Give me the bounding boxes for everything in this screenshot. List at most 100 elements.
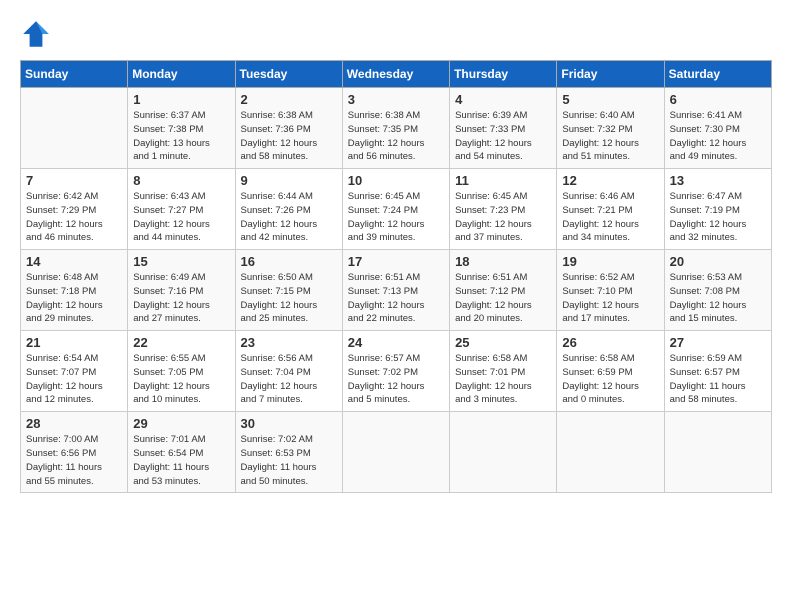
calendar-cell: 4Sunrise: 6:39 AM Sunset: 7:33 PM Daylig… — [450, 88, 557, 169]
day-info: Sunrise: 6:52 AM Sunset: 7:10 PM Dayligh… — [562, 271, 658, 326]
calendar-cell — [450, 412, 557, 493]
weekday-header: Tuesday — [235, 61, 342, 88]
calendar-week-row: 14 Sunrise: 6:48 AM Sunset: 7:18 PM Dayli… — [21, 250, 772, 331]
day-info: Sunrise: 6:53 AM Sunset: 7:08 PM Dayligh… — [670, 271, 766, 326]
day-number: 20 — [670, 254, 766, 269]
day-number: 8 — [133, 173, 229, 188]
day-info: Sunrise: 6:40 AM Sunset: 7:32 PM Dayligh… — [562, 109, 658, 164]
calendar-week-row: 28 Sunrise: 7:00 AM Sunset: 6:56 PM Dayli… — [21, 412, 772, 493]
calendar-cell — [21, 88, 128, 169]
day-number: 2 — [241, 92, 337, 107]
day-info: Sunrise: 6:38 AM Sunset: 7:35 PM Dayligh… — [348, 109, 444, 164]
calendar-cell: 21 Sunrise: 6:54 AM Sunset: 7:07 PM Dayli… — [21, 331, 128, 412]
calendar-table: SundayMondayTuesdayWednesdayThursdayFrid… — [20, 60, 772, 493]
header — [20, 18, 772, 50]
calendar-week-row: 7 Sunrise: 6:42 AM Sunset: 7:29 PM Daylig… — [21, 169, 772, 250]
calendar-cell: 20 Sunrise: 6:53 AM Sunset: 7:08 PM Dayli… — [664, 250, 771, 331]
day-number: 29 — [133, 416, 229, 431]
weekday-header: Saturday — [664, 61, 771, 88]
day-info: Sunrise: 6:43 AM Sunset: 7:27 PM Dayligh… — [133, 190, 229, 245]
calendar-cell: 2 Sunrise: 6:38 AM Sunset: 7:36 PM Daylig… — [235, 88, 342, 169]
day-info: Sunrise: 6:59 AM Sunset: 6:57 PM Dayligh… — [670, 352, 766, 407]
day-number: 14 — [26, 254, 122, 269]
day-number: 10 — [348, 173, 444, 188]
calendar-cell: 3 Sunrise: 6:38 AM Sunset: 7:35 PM Daylig… — [342, 88, 449, 169]
calendar-cell: 28 Sunrise: 7:00 AM Sunset: 6:56 PM Dayli… — [21, 412, 128, 493]
day-info: Sunrise: 6:51 AM Sunset: 7:12 PM Dayligh… — [455, 271, 551, 326]
calendar-cell: 22Sunrise: 6:55 AM Sunset: 7:05 PM Dayli… — [128, 331, 235, 412]
day-number: 1 — [133, 92, 229, 107]
day-info: Sunrise: 6:41 AM Sunset: 7:30 PM Dayligh… — [670, 109, 766, 164]
calendar-cell: 9 Sunrise: 6:44 AM Sunset: 7:26 PM Daylig… — [235, 169, 342, 250]
weekday-header: Sunday — [21, 61, 128, 88]
calendar-cell: 6 Sunrise: 6:41 AM Sunset: 7:30 PM Daylig… — [664, 88, 771, 169]
calendar-cell: 18 Sunrise: 6:51 AM Sunset: 7:12 PM Dayli… — [450, 250, 557, 331]
day-number: 18 — [455, 254, 551, 269]
calendar-cell — [342, 412, 449, 493]
day-info: Sunrise: 6:57 AM Sunset: 7:02 PM Dayligh… — [348, 352, 444, 407]
calendar-cell: 5 Sunrise: 6:40 AM Sunset: 7:32 PM Daylig… — [557, 88, 664, 169]
day-number: 19 — [562, 254, 658, 269]
day-info: Sunrise: 6:49 AM Sunset: 7:16 PM Dayligh… — [133, 271, 229, 326]
calendar-cell — [557, 412, 664, 493]
calendar-cell: 11Sunrise: 6:45 AM Sunset: 7:23 PM Dayli… — [450, 169, 557, 250]
calendar-cell: 12 Sunrise: 6:46 AM Sunset: 7:21 PM Dayli… — [557, 169, 664, 250]
day-info: Sunrise: 7:02 AM Sunset: 6:53 PM Dayligh… — [241, 433, 337, 488]
calendar-week-row: 21 Sunrise: 6:54 AM Sunset: 7:07 PM Dayli… — [21, 331, 772, 412]
day-number: 7 — [26, 173, 122, 188]
day-number: 6 — [670, 92, 766, 107]
day-number: 21 — [26, 335, 122, 350]
day-number: 23 — [241, 335, 337, 350]
day-number: 27 — [670, 335, 766, 350]
day-info: Sunrise: 6:38 AM Sunset: 7:36 PM Dayligh… — [241, 109, 337, 164]
day-number: 12 — [562, 173, 658, 188]
calendar-cell: 26Sunrise: 6:58 AM Sunset: 6:59 PM Dayli… — [557, 331, 664, 412]
day-number: 22 — [133, 335, 229, 350]
calendar-cell — [664, 412, 771, 493]
weekday-header: Thursday — [450, 61, 557, 88]
day-info: Sunrise: 6:47 AM Sunset: 7:19 PM Dayligh… — [670, 190, 766, 245]
day-info: Sunrise: 6:45 AM Sunset: 7:24 PM Dayligh… — [348, 190, 444, 245]
day-info: Sunrise: 6:48 AM Sunset: 7:18 PM Dayligh… — [26, 271, 122, 326]
day-number: 11 — [455, 173, 551, 188]
calendar-cell: 29 Sunrise: 7:01 AM Sunset: 6:54 PM Dayli… — [128, 412, 235, 493]
day-info: Sunrise: 6:54 AM Sunset: 7:07 PM Dayligh… — [26, 352, 122, 407]
day-number: 30 — [241, 416, 337, 431]
day-info: Sunrise: 7:00 AM Sunset: 6:56 PM Dayligh… — [26, 433, 122, 488]
calendar-cell: 16 Sunrise: 6:50 AM Sunset: 7:15 PM Dayli… — [235, 250, 342, 331]
calendar-cell: 23Sunrise: 6:56 AM Sunset: 7:04 PM Dayli… — [235, 331, 342, 412]
day-number: 17 — [348, 254, 444, 269]
calendar-cell: 30 Sunrise: 7:02 AM Sunset: 6:53 PM Dayli… — [235, 412, 342, 493]
day-number: 25 — [455, 335, 551, 350]
calendar-cell: 15 Sunrise: 6:49 AM Sunset: 7:16 PM Dayli… — [128, 250, 235, 331]
day-number: 3 — [348, 92, 444, 107]
day-info: Sunrise: 6:37 AM Sunset: 7:38 PM Dayligh… — [133, 109, 229, 164]
calendar-cell: 10 Sunrise: 6:45 AM Sunset: 7:24 PM Dayli… — [342, 169, 449, 250]
weekday-header: Friday — [557, 61, 664, 88]
day-number: 13 — [670, 173, 766, 188]
day-number: 16 — [241, 254, 337, 269]
day-info: Sunrise: 6:50 AM Sunset: 7:15 PM Dayligh… — [241, 271, 337, 326]
day-number: 4 — [455, 92, 551, 107]
day-info: Sunrise: 6:51 AM Sunset: 7:13 PM Dayligh… — [348, 271, 444, 326]
weekday-header: Monday — [128, 61, 235, 88]
day-info: Sunrise: 6:46 AM Sunset: 7:21 PM Dayligh… — [562, 190, 658, 245]
day-info: Sunrise: 6:42 AM Sunset: 7:29 PM Dayligh… — [26, 190, 122, 245]
day-info: Sunrise: 6:58 AM Sunset: 7:01 PM Dayligh… — [455, 352, 551, 407]
day-info: Sunrise: 6:58 AM Sunset: 6:59 PM Dayligh… — [562, 352, 658, 407]
calendar-cell: 24Sunrise: 6:57 AM Sunset: 7:02 PM Dayli… — [342, 331, 449, 412]
logo-icon — [20, 18, 52, 50]
calendar-cell: 7 Sunrise: 6:42 AM Sunset: 7:29 PM Daylig… — [21, 169, 128, 250]
weekday-header: Wednesday — [342, 61, 449, 88]
calendar-cell: 14 Sunrise: 6:48 AM Sunset: 7:18 PM Dayli… — [21, 250, 128, 331]
day-info: Sunrise: 7:01 AM Sunset: 6:54 PM Dayligh… — [133, 433, 229, 488]
day-number: 9 — [241, 173, 337, 188]
weekday-header-row: SundayMondayTuesdayWednesdayThursdayFrid… — [21, 61, 772, 88]
logo — [20, 18, 56, 50]
day-info: Sunrise: 6:44 AM Sunset: 7:26 PM Dayligh… — [241, 190, 337, 245]
day-number: 28 — [26, 416, 122, 431]
day-number: 5 — [562, 92, 658, 107]
calendar-cell: 19 Sunrise: 6:52 AM Sunset: 7:10 PM Dayli… — [557, 250, 664, 331]
calendar-cell: 13 Sunrise: 6:47 AM Sunset: 7:19 PM Dayli… — [664, 169, 771, 250]
day-number: 15 — [133, 254, 229, 269]
